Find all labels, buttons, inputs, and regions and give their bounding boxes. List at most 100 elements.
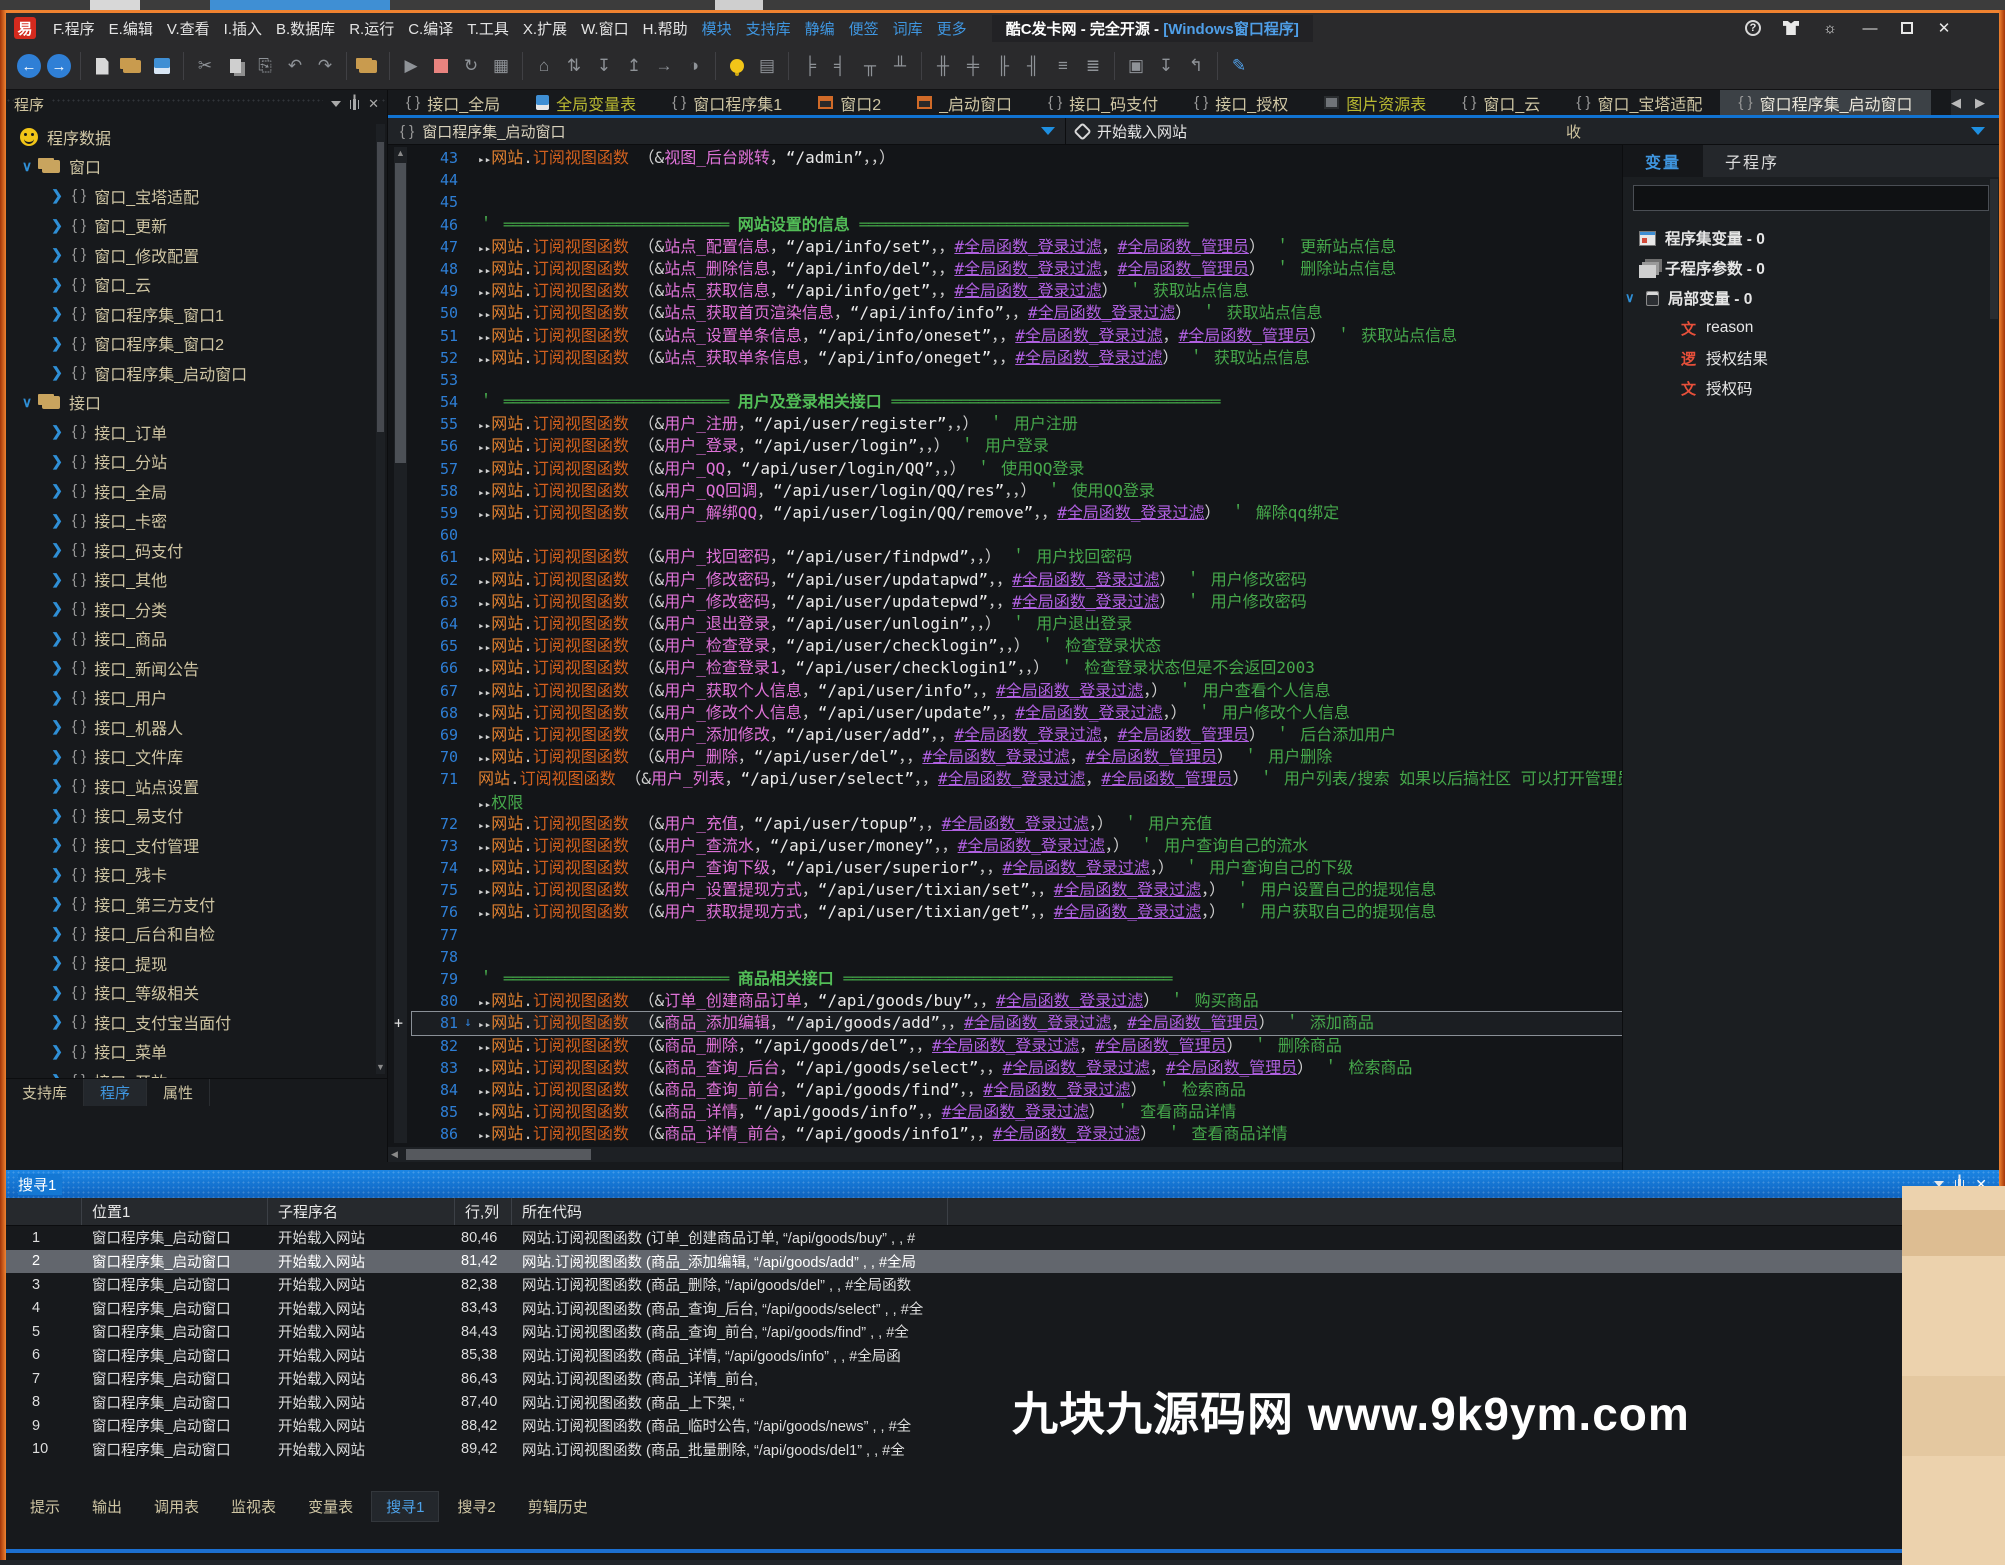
result-row-8[interactable]: 8 窗口程序集_启动窗口 开始载入网站 87,40 网站.订阅视图函数 (商品_上下架,… bbox=[6, 1391, 1999, 1415]
status-tab-提示[interactable]: 提示 bbox=[16, 1492, 74, 1521]
tip-bulb-icon[interactable] bbox=[722, 50, 752, 82]
code-line-56[interactable]: 56 ▸▸网站.订阅视图函数 （&用户_登录，“/api/user/login”，… bbox=[412, 435, 1622, 457]
code-line-81[interactable]: 81 ↓ + ▸▸网站.订阅视图函数 （&商品_添加编辑，“/api/goods/ad… bbox=[394, 1011, 1622, 1036]
menu-extra-item[interactable]: 便签 bbox=[849, 18, 879, 39]
results-col-header-子程序名[interactable]: 子程序名 bbox=[268, 1198, 455, 1225]
tree-item-接口_开放[interactable]: ❯ { } 接口_开放 bbox=[6, 1066, 387, 1078]
status-tab-剪辑历史[interactable]: 剪辑历史 bbox=[514, 1492, 602, 1521]
left-tab-支持库[interactable]: 支持库 bbox=[6, 1079, 85, 1106]
code-line-78[interactable]: 78 bbox=[412, 946, 1622, 968]
code-line-52[interactable]: 52 ▸▸网站.订阅视图函数 （&站点_获取单条信息，“/api/info/one… bbox=[412, 347, 1622, 369]
same-height-icon[interactable]: ╢ bbox=[1018, 50, 1048, 82]
collapse-button[interactable]: 收 bbox=[1566, 121, 1581, 142]
open-file-icon[interactable] bbox=[117, 50, 147, 82]
code-line-45[interactable]: 45 bbox=[412, 191, 1622, 213]
tree-item-接口_商品[interactable]: ❯ { } 接口_商品 bbox=[6, 624, 387, 654]
result-row-3[interactable]: 3 窗口程序集_启动窗口 开始载入网站 82,38 网站.订阅视图函数 (商品_删除, … bbox=[6, 1273, 1999, 1297]
tab-scroll-right-icon[interactable]: ▶ bbox=[1975, 95, 1985, 111]
tree-item-接口_分类[interactable]: ❯ { } 接口_分类 bbox=[6, 594, 387, 624]
code-line-80[interactable]: 80 ▸▸网站.订阅视图函数 （&订单_创建商品订单，“/api/goods/bu… bbox=[412, 990, 1622, 1012]
menu-item[interactable]: H.帮助 bbox=[643, 18, 688, 39]
code-line-43[interactable]: 43 ▸▸网站.订阅视图函数 （&视图_后台跳转，“/admin”，，） bbox=[412, 147, 1622, 169]
result-row-2[interactable]: 2 窗口程序集_启动窗口 开始载入网站 81,42 网站.订阅视图函数 (商品_添加编辑… bbox=[6, 1249, 1999, 1273]
code-line-70[interactable]: 70 ▸▸网站.订阅视图函数 （&用户_删除，“/api/user/del”，，#… bbox=[412, 746, 1622, 768]
code-line-62[interactable]: 62 ▸▸网站.订阅视图函数 （&用户_修改密码，“/api/user/updat… bbox=[412, 569, 1622, 591]
tab-scroll-left-icon[interactable]: ◀ bbox=[1951, 95, 1961, 111]
tree-item-接口_卡密[interactable]: ❯ { } 接口_卡密 bbox=[6, 506, 387, 536]
redo-icon[interactable]: ↷ bbox=[310, 50, 340, 82]
tree-item-接口_新闻公告[interactable]: ❯ { } 接口_新闻公告 bbox=[6, 653, 387, 683]
code-line-67[interactable]: 67 ▸▸网站.订阅视图函数 （&用户_获取个人信息，“/api/user/inf… bbox=[412, 680, 1622, 702]
code-line-50[interactable]: 50 ▸▸网站.订阅视图函数 （&站点_获取首页渲染信息，“/api/info/i… bbox=[412, 302, 1622, 324]
code-line-48[interactable]: 48 ▸▸网站.订阅视图函数 （&站点_删除信息，“/api/info/del”，… bbox=[412, 258, 1622, 280]
paste-icon[interactable]: ⎘ bbox=[250, 50, 280, 82]
space-v-icon[interactable]: ≣ bbox=[1078, 50, 1108, 82]
tree-item-接口_后台和自检[interactable]: ❯ { } 接口_后台和自检 bbox=[6, 919, 387, 949]
space-h-icon[interactable]: ≡ bbox=[1048, 50, 1078, 82]
code-line-83[interactable]: 83 ▸▸网站.订阅视图函数 （&商品_查询_后台，“/api/goods/sel… bbox=[412, 1057, 1622, 1079]
code-line-60[interactable]: 60 bbox=[412, 524, 1622, 546]
tree-item-窗口程序集_窗口1[interactable]: ❯ { } 窗口程序集_窗口1 bbox=[6, 299, 387, 329]
size-to-grid-icon[interactable]: ▣ bbox=[1121, 50, 1151, 82]
var-group-子程序参数 - 0[interactable]: 子程序参数 - 0 bbox=[1623, 253, 1999, 283]
copy-icon[interactable] bbox=[220, 50, 250, 82]
code-line-85[interactable]: 85 ▸▸网站.订阅视图函数 （&商品_详情，“/api/goods/info”，… bbox=[412, 1101, 1622, 1123]
save-icon[interactable] bbox=[147, 50, 177, 82]
tab-窗口程序集_启动窗口[interactable]: { } 窗口程序集_启动窗口 bbox=[1720, 90, 1931, 115]
menu-item[interactable]: I.插入 bbox=[224, 18, 262, 39]
tree-item-接口_站点设置[interactable]: ❯ { } 接口_站点设置 bbox=[6, 771, 387, 801]
bring-front-icon[interactable]: ↰ bbox=[1181, 50, 1211, 82]
code-line-53[interactable]: 53 bbox=[412, 369, 1622, 391]
code-line-55[interactable]: 55 ▸▸网站.订阅视图函数 （&用户_注册，“/api/user/registe… bbox=[412, 413, 1622, 435]
tab-全局变量表[interactable]: 全局变量表 bbox=[518, 90, 654, 115]
panel-dropdown-icon[interactable] bbox=[331, 101, 342, 107]
editor-vertical-scrollbar[interactable]: ▲ bbox=[394, 147, 407, 1143]
tree-item-接口_支付管理[interactable]: ❯ { } 接口_支付管理 bbox=[6, 830, 387, 860]
theme-shirt-icon[interactable] bbox=[1783, 21, 1799, 35]
run-icon[interactable]: ▶ bbox=[396, 50, 426, 82]
results-col-header-index[interactable] bbox=[6, 1198, 82, 1225]
tree-item-接口_其他[interactable]: ❯ { } 接口_其他 bbox=[6, 565, 387, 595]
right-tab-变量[interactable]: 变量 bbox=[1623, 145, 1704, 177]
results-col-header-行,列[interactable]: 行,列 bbox=[455, 1198, 512, 1225]
menu-item[interactable]: X.扩展 bbox=[523, 18, 567, 39]
tree-item-窗口程序集_启动窗口[interactable]: ❯ { } 窗口程序集_启动窗口 bbox=[6, 358, 387, 388]
menu-item[interactable]: V.查看 bbox=[167, 18, 210, 39]
menu-item[interactable]: W.窗口 bbox=[581, 18, 629, 39]
results-col-header-位置1[interactable]: 位置1 bbox=[82, 1198, 268, 1225]
result-row-4[interactable]: 4 窗口程序集_启动窗口 开始载入网站 83,43 网站.订阅视图函数 (商品_查询_后… bbox=[6, 1297, 1999, 1321]
tab-图片资源表[interactable]: 图片资源表 bbox=[1306, 90, 1444, 115]
tab-_启动窗口[interactable]: _启动窗口 bbox=[899, 90, 1030, 115]
scope-combo-arrow-icon[interactable] bbox=[1041, 127, 1055, 135]
code-line-63[interactable]: 63 ▸▸网站.订阅视图函数 （&用户_修改密码，“/api/user/updat… bbox=[412, 591, 1622, 613]
tree-item-接口_菜单[interactable]: ❯ { } 接口_菜单 bbox=[6, 1037, 387, 1067]
code-line-74[interactable]: 74 ▸▸网站.订阅视图函数 （&用户_查询下级，“/api/user/super… bbox=[412, 857, 1622, 879]
tree-item-接口_用户[interactable]: ❯ { } 接口_用户 bbox=[6, 683, 387, 713]
code-line-65[interactable]: 65 ▸▸网站.订阅视图函数 （&用户_检查登录，“/api/user/check… bbox=[412, 635, 1622, 657]
tab-接口_码支付[interactable]: { } 接口_码支付 bbox=[1030, 90, 1176, 115]
local-var-reason[interactable]: 文 reason bbox=[1623, 313, 1999, 343]
tab-窗口_云[interactable]: { } 窗口_云 bbox=[1444, 90, 1558, 115]
code-line-79[interactable]: 79 ＇ ══════════════════════════ 商品相关接口 ══… bbox=[412, 968, 1622, 990]
tree-item-接口_文件库[interactable]: ❯ { } 接口_文件库 bbox=[6, 742, 387, 772]
tree-item-接口_码支付[interactable]: ❯ { } 接口_码支付 bbox=[6, 535, 387, 565]
scope-combo[interactable]: { } 窗口程序集_启动窗口 bbox=[388, 121, 1065, 142]
local-var-授权结果[interactable]: 逻授权结果 bbox=[1623, 343, 1999, 373]
code-line-77[interactable]: 77 bbox=[412, 924, 1622, 946]
tab-接口_全局[interactable]: { } 接口_全局 bbox=[388, 90, 518, 115]
project-tree-scrollbar[interactable]: ▼ bbox=[376, 124, 385, 1074]
tab-接口_授权[interactable]: { } 接口_授权 bbox=[1176, 90, 1306, 115]
menu-item[interactable]: F.程序 bbox=[53, 18, 95, 39]
code-editor[interactable]: ▲ 43 ▸▸网站.订阅视图函数 （&视图_后台跳转，“/admin”，，） 44 4… bbox=[388, 145, 1622, 1147]
variables-scrollbar[interactable] bbox=[1990, 179, 1998, 319]
routine-combo-arrow-icon[interactable] bbox=[1971, 127, 1985, 135]
tab-窗口程序集1[interactable]: { } 窗口程序集1 bbox=[654, 90, 800, 115]
tree-item-窗口_云[interactable]: ❯ { } 窗口_云 bbox=[6, 270, 387, 300]
panel-pin-icon[interactable] bbox=[353, 98, 357, 110]
menu-item[interactable]: R.运行 bbox=[349, 18, 394, 39]
code-line-49[interactable]: 49 ▸▸网站.订阅视图函数 （&站点_获取信息，“/api/info/get”，… bbox=[412, 280, 1622, 302]
home-window-icon[interactable]: ⌂ bbox=[529, 50, 559, 82]
tree-item-窗口_更新[interactable]: ❯ { } 窗口_更新 bbox=[6, 211, 387, 241]
code-line-59[interactable]: 59 ▸▸网站.订阅视图函数 （&用户_解绑QQ，“/api/user/login… bbox=[412, 502, 1622, 524]
step-into-icon[interactable]: ↧ bbox=[589, 50, 619, 82]
